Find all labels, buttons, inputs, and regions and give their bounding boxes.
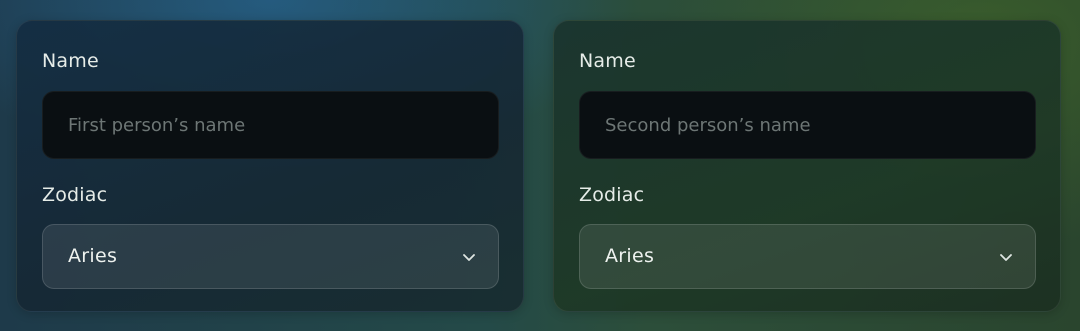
second-person-card: Name Zodiac Aries (553, 20, 1061, 312)
zodiac-label: Zodiac (579, 184, 645, 206)
chevron-down-icon (1000, 254, 1012, 261)
name-label: Name (579, 50, 636, 72)
first-person-card: Name Zodiac Aries (16, 20, 524, 312)
zodiac-label: Zodiac (42, 184, 108, 206)
first-person-name-input[interactable] (42, 91, 499, 159)
second-person-zodiac-select[interactable]: Aries (579, 224, 1036, 289)
first-person-zodiac-select[interactable]: Aries (42, 224, 499, 289)
zodiac-selected-value: Aries (605, 245, 655, 267)
chevron-down-icon (463, 254, 475, 261)
second-person-name-input[interactable] (579, 91, 1036, 159)
name-label: Name (42, 50, 99, 72)
zodiac-selected-value: Aries (68, 245, 118, 267)
